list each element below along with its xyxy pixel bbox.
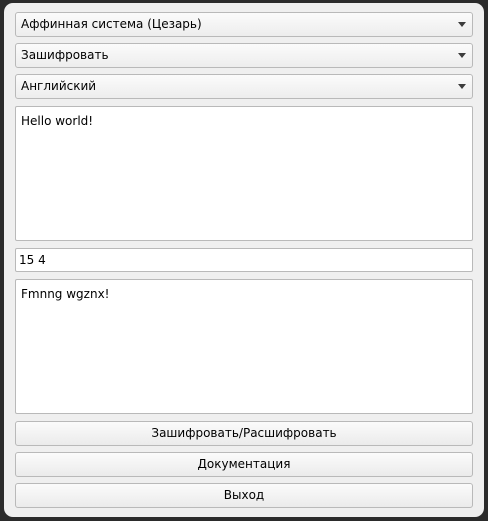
language-select-value: Английский <box>21 79 97 93</box>
main-window: Аффинная система (Цезарь) Зашифровать Ан… <box>4 3 484 517</box>
encrypt-decrypt-button[interactable]: Зашифровать/Расшифровать <box>15 421 473 446</box>
language-select[interactable]: Английский <box>15 74 473 99</box>
documentation-button[interactable]: Документация <box>15 452 473 477</box>
input-text-area[interactable]: Hello world! <box>15 106 473 241</box>
key-input[interactable]: 15 4 <box>15 248 473 272</box>
mode-select-value: Зашифровать <box>21 48 109 62</box>
output-text-area[interactable]: Fmnng wgznx! <box>15 279 473 414</box>
chevron-down-icon <box>458 84 466 89</box>
cipher-select-value: Аффинная система (Цезарь) <box>21 17 202 31</box>
cipher-select[interactable]: Аффинная система (Цезарь) <box>15 12 473 37</box>
chevron-down-icon <box>458 22 466 27</box>
mode-select[interactable]: Зашифровать <box>15 43 473 68</box>
exit-button[interactable]: Выход <box>15 483 473 508</box>
chevron-down-icon <box>458 53 466 58</box>
